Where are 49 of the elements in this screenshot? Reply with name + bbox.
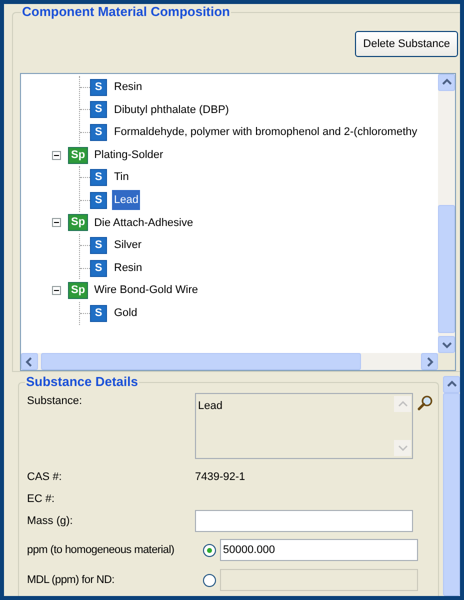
field-label: Substance:: [27, 394, 84, 409]
scroll-thumb[interactable]: [438, 205, 455, 333]
tree-item[interactable]: Silver: [112, 235, 144, 256]
substance-icon: S: [90, 304, 107, 322]
collapse-icon[interactable]: [52, 150, 61, 160]
substance-icon: S: [90, 169, 107, 186]
field-label: CAS #:: [27, 470, 63, 485]
tree-item[interactable]: Resin: [112, 77, 144, 98]
tree-item[interactable]: Tin: [112, 168, 131, 188]
tree-item[interactable]: Plating-Solder: [94, 146, 164, 164]
substance-icon: S: [90, 101, 107, 118]
horizontal-scrollbar[interactable]: [21, 353, 438, 370]
tree-item[interactable]: Formaldehyde, polymer with bromophenol and 2-(chloromethy: [112, 122, 420, 142]
section-title: Component Material Composition: [21, 4, 231, 20]
scroll-thumb[interactable]: [41, 353, 361, 370]
scroll-down-icon[interactable]: [438, 336, 455, 353]
cas-number: 7439-92-1: [195, 470, 246, 485]
substance-icon: S: [90, 260, 107, 277]
field-label: ppm (to homogeneous material): [27, 542, 176, 558]
scroll-up-icon[interactable]: [438, 74, 455, 91]
tree-item[interactable]: Die Attach-Adhesive: [94, 214, 194, 232]
field-label: MDL (ppm) for ND:: [27, 572, 116, 588]
substance-icon: S: [90, 192, 107, 209]
substance-icon: S: [90, 236, 107, 254]
ppm-field[interactable]: 50000.000: [220, 539, 418, 561]
group-icon: Sp: [68, 146, 88, 164]
tree-item[interactable]: Lead: [112, 190, 140, 210]
scrollbar-corner: [438, 353, 455, 370]
field-label: Mass (g):: [27, 514, 74, 529]
vertical-scrollbar[interactable]: [438, 74, 455, 353]
field-label: EC #:: [27, 492, 55, 507]
radio-button[interactable]: [203, 574, 216, 586]
radio-button[interactable]: [203, 544, 216, 556]
scroll-up-icon[interactable]: [443, 376, 460, 393]
substance-icon: S: [90, 124, 107, 141]
substance-icon: S: [90, 78, 107, 96]
collapse-icon[interactable]: [52, 218, 61, 228]
tree-item[interactable]: Resin: [112, 258, 144, 278]
tree-item[interactable]: Gold: [112, 303, 140, 324]
mass-field[interactable]: [195, 510, 413, 532]
scroll-left-icon[interactable]: [21, 353, 38, 370]
tree-item[interactable]: Dibutyl phthalate (DBP): [112, 100, 231, 120]
group-icon: Sp: [68, 282, 88, 300]
delete-button[interactable]: Delete Substance: [355, 31, 458, 57]
collapse-icon[interactable]: [52, 286, 61, 296]
search-icon[interactable]: [417, 395, 433, 411]
tree-item[interactable]: Wire Bond-Gold Wire: [94, 282, 198, 299]
group-icon: Sp: [68, 214, 88, 232]
scroll-right-icon[interactable]: [421, 353, 438, 370]
